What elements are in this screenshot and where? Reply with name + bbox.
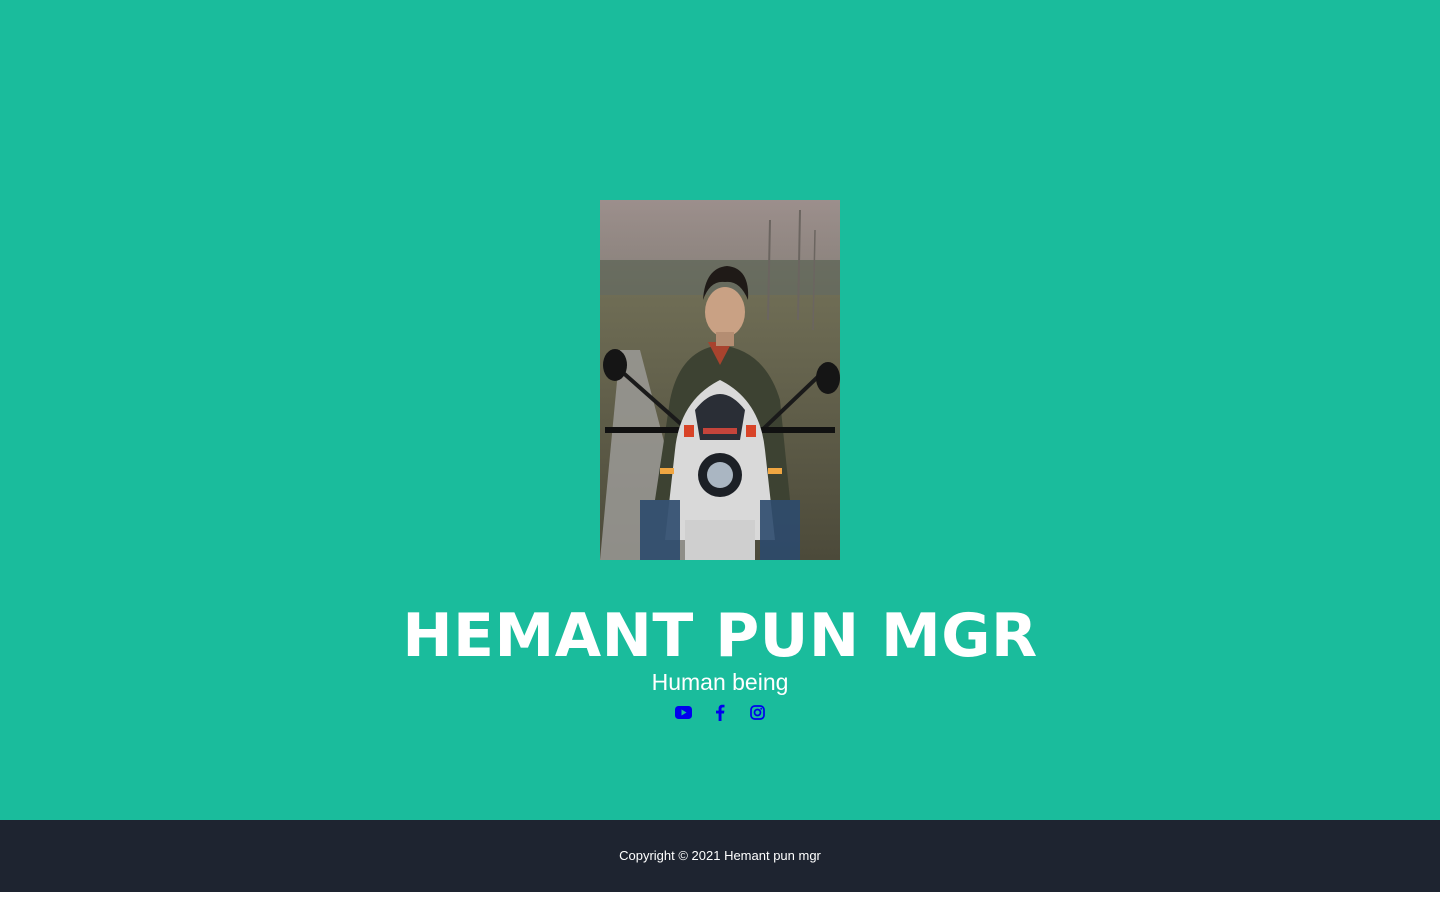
facebook-icon bbox=[716, 704, 725, 721]
youtube-icon bbox=[674, 705, 692, 719]
profile-photo bbox=[600, 200, 840, 560]
social-links bbox=[0, 702, 1440, 722]
copyright-text: Copyright © 2021 Hemant pun mgr bbox=[619, 848, 821, 863]
profile-name: HEMANT PUN MGR bbox=[402, 601, 1038, 671]
masthead: HEMANT PUN MGR Human being bbox=[0, 0, 1440, 820]
profile-tagline: Human being bbox=[651, 669, 789, 695]
facebook-link[interactable] bbox=[712, 702, 729, 722]
youtube-link[interactable] bbox=[674, 702, 692, 722]
instagram-icon bbox=[749, 704, 765, 720]
instagram-link[interactable] bbox=[749, 702, 766, 722]
